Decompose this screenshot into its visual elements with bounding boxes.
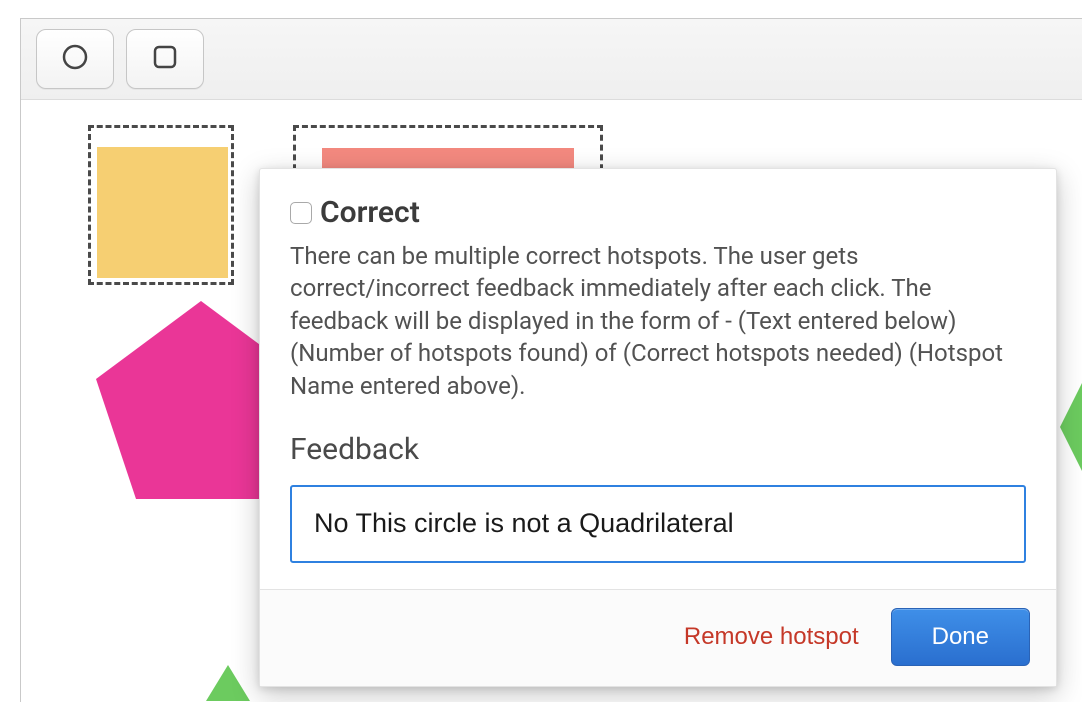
rectangle-tool-button[interactable] <box>126 29 204 89</box>
hotspot-selection-1[interactable] <box>88 125 234 285</box>
popover-body: Correct There can be multiple correct ho… <box>260 169 1056 589</box>
remove-hotspot-button[interactable]: Remove hotspot <box>680 615 863 659</box>
feedback-input[interactable] <box>290 485 1026 563</box>
canvas[interactable]: Correct There can be multiple correct ho… <box>21 100 1082 702</box>
green-triangle-shape <box>206 665 250 701</box>
popover-footer: Remove hotspot Done <box>260 589 1056 686</box>
circle-tool-button[interactable] <box>36 29 114 89</box>
app-frame: Correct There can be multiple correct ho… <box>20 18 1082 702</box>
circle-icon <box>61 43 89 75</box>
done-button[interactable]: Done <box>891 608 1030 666</box>
yellow-square-shape <box>97 147 228 278</box>
toolbar <box>21 19 1082 100</box>
feedback-heading: Feedback <box>290 432 1026 467</box>
hotspot-settings-popover: Correct There can be multiple correct ho… <box>259 168 1057 687</box>
square-icon <box>151 43 179 75</box>
correct-row: Correct <box>290 195 1026 230</box>
help-text: There can be multiple correct hotspots. … <box>290 240 1026 402</box>
correct-label: Correct <box>320 195 420 230</box>
green-diamond-shape <box>1060 383 1082 471</box>
correct-checkbox[interactable] <box>290 202 312 224</box>
